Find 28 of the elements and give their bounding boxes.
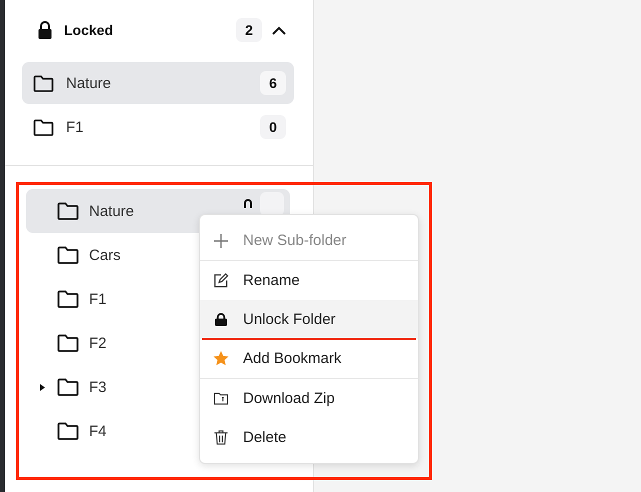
menu-item[interactable]: Download Zip	[200, 379, 418, 418]
trash-icon	[212, 430, 230, 445]
menu-item[interactable]: Unlock Folder	[200, 300, 418, 339]
lock-icon	[38, 21, 52, 39]
folder-icon	[33, 118, 54, 136]
menu-item[interactable]: Delete	[200, 418, 418, 457]
folder-icon	[33, 74, 54, 92]
folder-icon	[57, 290, 79, 308]
folder-icon	[57, 422, 79, 440]
folder-icon	[212, 392, 230, 405]
count-badge: 6	[260, 71, 286, 95]
expand-triangle-icon[interactable]	[40, 384, 45, 390]
edit-icon	[212, 273, 230, 288]
count-badge: 2	[236, 18, 262, 42]
menu-item[interactable]: Add Bookmark	[200, 339, 418, 378]
folder-item[interactable]: F1 0	[22, 106, 294, 148]
plus-icon	[212, 234, 230, 248]
menu-item[interactable]: Rename	[200, 261, 418, 300]
folder-icon	[57, 202, 79, 220]
lock-icon	[212, 313, 230, 326]
folder-item[interactable]: Nature 6	[22, 62, 294, 104]
chevron-icon[interactable]	[272, 26, 286, 34]
star-icon	[212, 351, 230, 366]
count-badge: 0	[260, 115, 286, 139]
folder-icon	[57, 246, 79, 264]
folder-icon	[57, 378, 79, 396]
section-title: Locked	[64, 22, 114, 38]
folder-icon	[57, 334, 79, 352]
